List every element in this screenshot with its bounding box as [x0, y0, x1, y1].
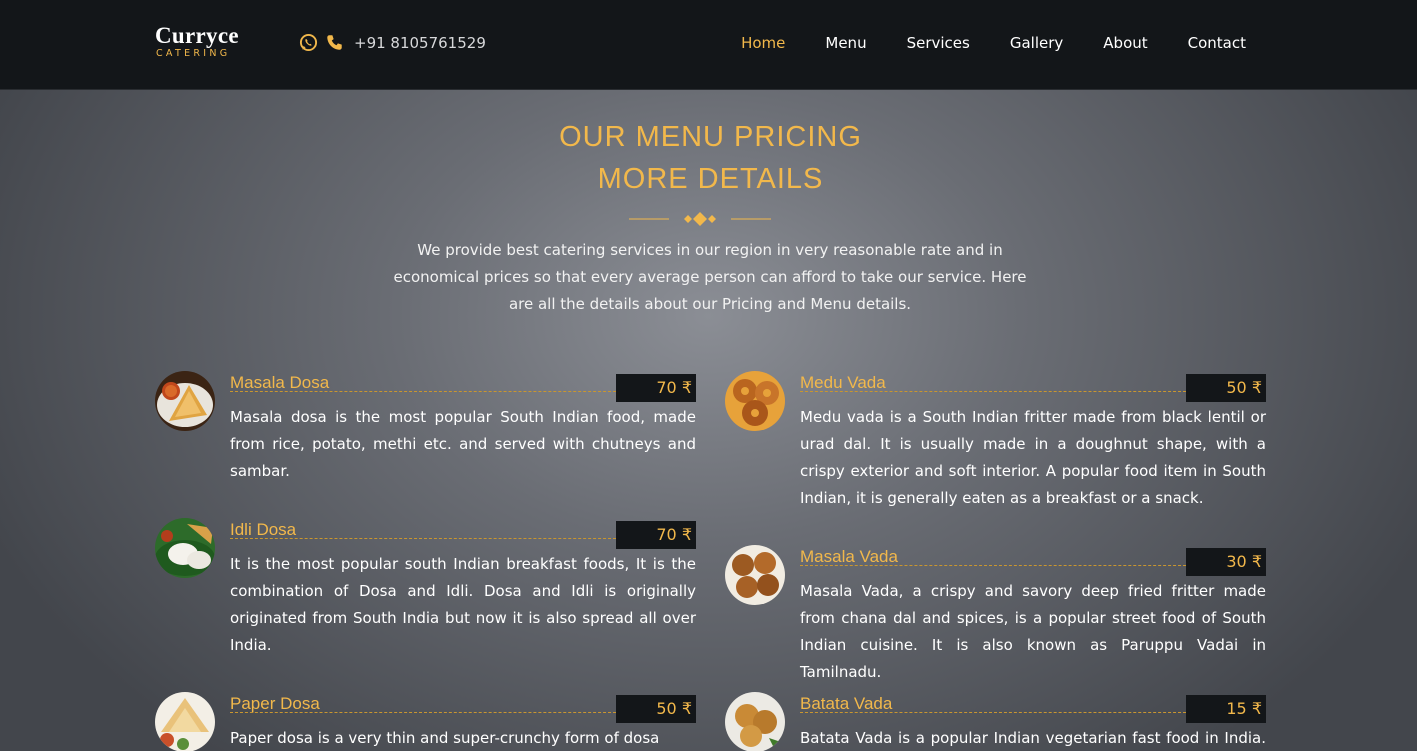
- dotted-leader: [800, 391, 1186, 392]
- price-tag: 70 ₹: [616, 374, 696, 402]
- price-tag: 15 ₹: [1186, 695, 1266, 723]
- dotted-leader: [800, 712, 1186, 713]
- food-thumbnail: [725, 692, 785, 751]
- logo-subtitle: CATERING: [156, 48, 231, 59]
- price-tag: 50 ₹: [1186, 374, 1266, 402]
- item-description: It is the most popular south Indian brea…: [230, 555, 696, 654]
- food-thumbnail: [155, 692, 215, 751]
- dotted-leader: [230, 391, 616, 392]
- food-thumbnail: [725, 371, 785, 431]
- nav-services[interactable]: Services: [907, 33, 970, 53]
- price-tag: 50 ₹: [616, 695, 696, 723]
- price-tag: 70 ₹: [616, 521, 696, 549]
- ornament-divider: [629, 212, 771, 226]
- food-thumbnail: [155, 371, 215, 431]
- item-name: Masala Dosa: [230, 373, 330, 392]
- item-name: Paper Dosa: [230, 694, 320, 713]
- dotted-leader: [230, 538, 616, 539]
- nav-gallery[interactable]: Gallery: [1010, 33, 1063, 53]
- nav-contact[interactable]: Contact: [1188, 33, 1246, 53]
- item-name: Idli Dosa: [230, 520, 297, 539]
- top-navbar: Curryce CATERING +91 8105761529 Home Men…: [0, 0, 1417, 90]
- section-title-line2: MORE DETAILS: [597, 163, 824, 195]
- section-intro: We provide best catering services in our…: [393, 241, 1027, 313]
- section-title: OUR MENU PRICING MORE DETAILS: [0, 116, 1417, 200]
- section-title-line1: OUR MENU PRICING: [559, 121, 862, 153]
- item-description: Masala dosa is the most popular South In…: [230, 408, 696, 480]
- contact-info: +91 8105761529: [299, 33, 486, 52]
- item-description: Masala Vada, a crispy and savory deep fr…: [800, 582, 1266, 681]
- phone-icon[interactable]: [326, 34, 343, 51]
- food-thumbnail: [155, 518, 215, 578]
- item-description: Batata Vada is a popular Indian vegetari…: [800, 729, 1266, 747]
- nav-menu[interactable]: Menu: [825, 33, 866, 53]
- item-name: Masala Vada: [800, 547, 898, 566]
- dotted-leader: [800, 565, 1186, 566]
- item-name: Medu Vada: [800, 373, 886, 392]
- price-tag: 30 ₹: [1186, 548, 1266, 576]
- nav-about[interactable]: About: [1103, 33, 1147, 53]
- item-description: Paper dosa is a very thin and super-crun…: [230, 729, 660, 747]
- logo-title: Curryce: [155, 23, 239, 48]
- item-name: Batata Vada: [800, 694, 893, 713]
- whatsapp-icon[interactable]: [299, 33, 318, 52]
- main-nav: Home Menu Services Gallery About Contact: [701, 33, 1246, 53]
- nav-home[interactable]: Home: [741, 33, 785, 53]
- dotted-leader: [230, 712, 616, 713]
- food-thumbnail: [725, 545, 785, 605]
- phone-number-link[interactable]: +91 8105761529: [354, 34, 486, 52]
- logo[interactable]: Curryce CATERING: [155, 24, 239, 60]
- item-description: Medu vada is a South Indian fritter made…: [800, 408, 1266, 507]
